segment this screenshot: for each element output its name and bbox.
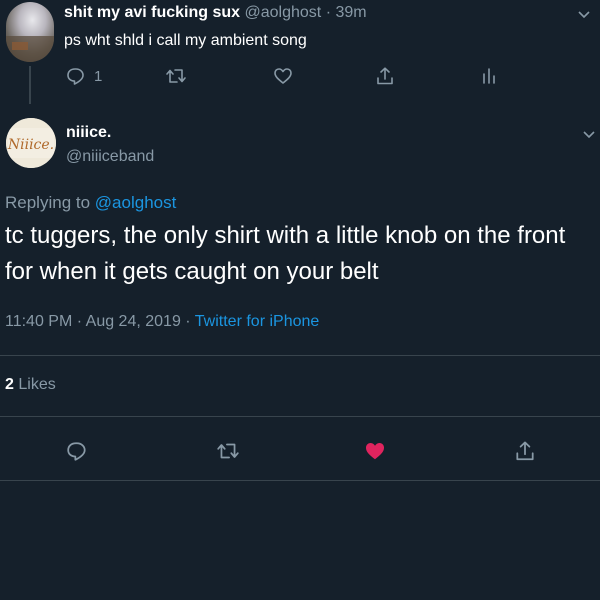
reply-icon <box>66 66 86 86</box>
tweet-meta: 11:40 PM · Aug 24, 2019 · Twitter for iP… <box>5 313 319 331</box>
divider <box>0 355 600 356</box>
liked-heart-icon <box>364 440 386 462</box>
share-icon <box>514 440 536 462</box>
parent-analytics-button[interactable] <box>481 66 497 86</box>
main-more-chevron-icon[interactable] <box>583 126 595 142</box>
replying-prefix: Replying to <box>5 193 91 212</box>
parent-tweet-header: shit my avi fucking sux @aolghost · 39m <box>64 4 367 22</box>
parent-like-button[interactable] <box>273 66 293 86</box>
parent-share-button[interactable] <box>375 66 395 86</box>
main-like-button[interactable] <box>364 440 386 462</box>
meta-separator: · <box>76 313 83 330</box>
share-icon <box>375 66 395 86</box>
likes-summary[interactable]: 2 Likes <box>5 376 56 394</box>
main-display-name[interactable]: niiice. <box>66 124 111 142</box>
retweet-icon <box>216 440 240 462</box>
parent-time[interactable]: 39m <box>335 4 366 21</box>
avatar-logo-text: Niiice. <box>7 137 54 153</box>
parent-handle[interactable]: @aolghost <box>245 4 322 21</box>
thread-line <box>29 66 31 104</box>
retweet-icon <box>165 66 187 86</box>
tweet-date[interactable]: Aug 24, 2019 <box>86 313 181 330</box>
replying-to: Replying to @aolghost <box>5 193 176 213</box>
main-retweet-button[interactable] <box>216 440 240 462</box>
reply-icon <box>66 440 88 462</box>
tweet-time[interactable]: 11:40 PM <box>5 313 72 330</box>
likes-label: Likes <box>18 376 56 393</box>
tweet-source[interactable]: Twitter for iPhone <box>195 313 320 330</box>
replying-to-link[interactable]: @aolghost <box>95 193 177 212</box>
main-reply-button[interactable] <box>66 440 88 462</box>
parent-time-separator: · <box>325 4 332 21</box>
analytics-icon <box>481 66 497 86</box>
main-handle[interactable]: @niiiceband <box>66 148 154 166</box>
main-share-button[interactable] <box>514 440 536 462</box>
parent-retweet-button[interactable] <box>165 66 187 86</box>
parent-avatar[interactable] <box>6 2 54 62</box>
main-avatar[interactable]: Niiice. <box>6 118 56 168</box>
meta-separator-2: · <box>185 313 191 330</box>
parent-more-chevron-icon[interactable] <box>578 6 590 22</box>
divider <box>0 416 600 417</box>
parent-display-name[interactable]: shit my avi fucking sux <box>64 4 240 21</box>
divider <box>0 480 600 481</box>
parent-reply-count: 1 <box>94 67 103 85</box>
parent-reply-button[interactable]: 1 <box>66 66 102 86</box>
main-tweet-text: tc tuggers, the only shirt with a little… <box>5 222 566 285</box>
like-icon <box>273 66 293 86</box>
parent-tweet-text: ps wht shld i call my ambient song <box>64 32 307 49</box>
likes-count: 2 <box>5 376 14 393</box>
